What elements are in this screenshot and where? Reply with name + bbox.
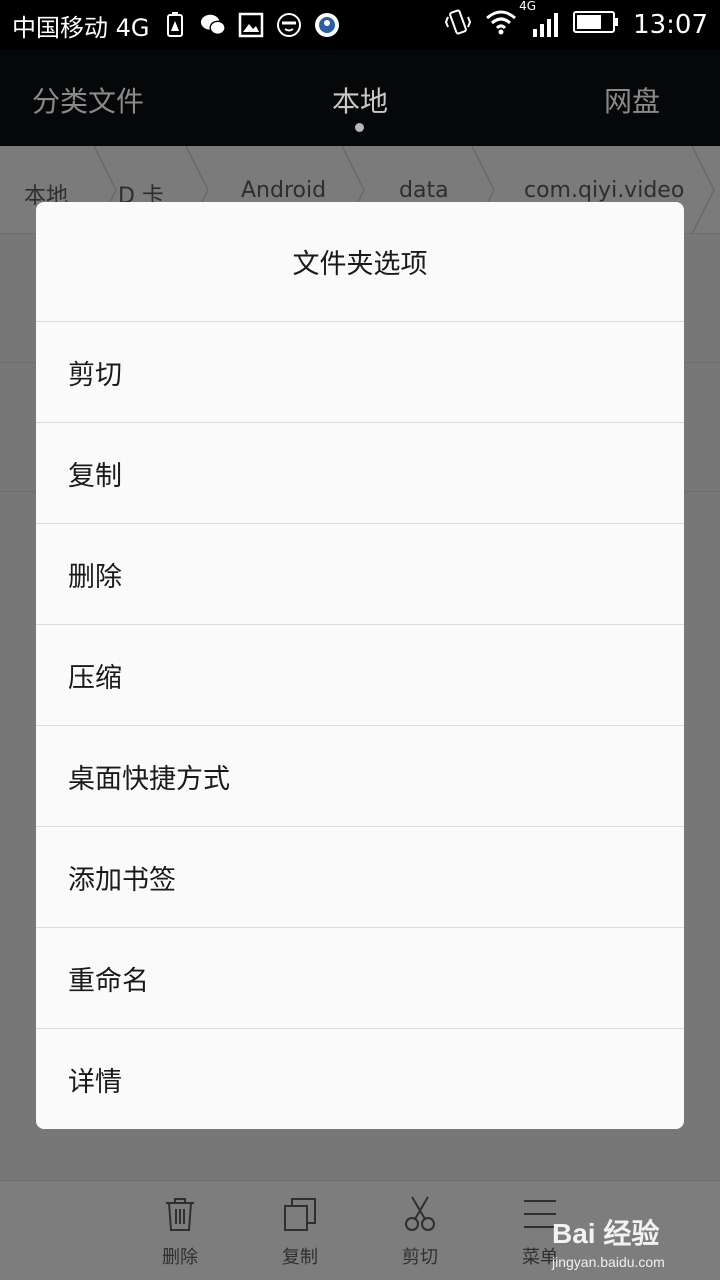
status-bar: 中国移动 4G 4G 13:07 (0, 0, 720, 50)
network-badge: 4G (519, 0, 536, 13)
trash-icon (166, 1198, 194, 1231)
tab-categories[interactable]: 分类文件 (32, 80, 144, 120)
scissors-icon (405, 1196, 435, 1231)
folder-options-dialog: 文件夹选项 剪切 复制 删除 压缩 桌面快捷方式 添加书签 重命名 详情 (36, 202, 684, 1129)
wechat-icon (200, 12, 226, 38)
crumb-data[interactable]: data (399, 178, 449, 203)
cut-label: 剪切 (402, 1247, 438, 1268)
option-rename[interactable]: 重命名 (36, 928, 684, 1029)
security-icon (314, 12, 340, 38)
option-compress[interactable]: 压缩 (36, 625, 684, 726)
option-copy[interactable]: 复制 (36, 423, 684, 524)
clock: 13:07 (633, 10, 708, 40)
tab-indicator (355, 123, 364, 132)
crumb-package[interactable]: com.qiyi.video (524, 178, 684, 203)
copy-button[interactable]: 复制 (260, 1195, 340, 1269)
signal-icon: 4G (519, 0, 559, 39)
option-details[interactable]: 详情 (36, 1029, 684, 1129)
tab-local[interactable]: 本地 (332, 80, 388, 120)
option-cut[interactable]: 剪切 (36, 322, 684, 423)
baidu-watermark: Bai 经验 jingyan.baidu.com (552, 1212, 712, 1270)
tab-cloud[interactable]: 网盘 (604, 80, 660, 120)
cut-button[interactable]: 剪切 (380, 1195, 460, 1269)
baidu-logo: Bai 经验 (552, 1218, 660, 1249)
option-add-bookmark[interactable]: 添加书签 (36, 827, 684, 928)
crumb-android[interactable]: Android (241, 178, 326, 203)
carrier-label: 中国移动 4G (12, 13, 150, 42)
option-desktop-shortcut[interactable]: 桌面快捷方式 (36, 726, 684, 827)
image-icon (238, 12, 264, 38)
watermark-url: jingyan.baidu.com (552, 1254, 665, 1270)
delete-label: 删除 (162, 1247, 198, 1268)
vibrate-icon (444, 8, 472, 43)
battery-icon (573, 10, 619, 41)
copy-label: 复制 (282, 1247, 318, 1268)
wifi-icon (485, 9, 517, 42)
emoji-icon (276, 12, 302, 38)
battery-warning-icon (162, 12, 188, 38)
delete-button[interactable]: 删除 (140, 1195, 220, 1269)
option-delete[interactable]: 删除 (36, 524, 684, 625)
chevron-right-icon (691, 146, 715, 234)
dialog-title: 文件夹选项 (36, 202, 684, 322)
copy-icon (284, 1198, 316, 1231)
